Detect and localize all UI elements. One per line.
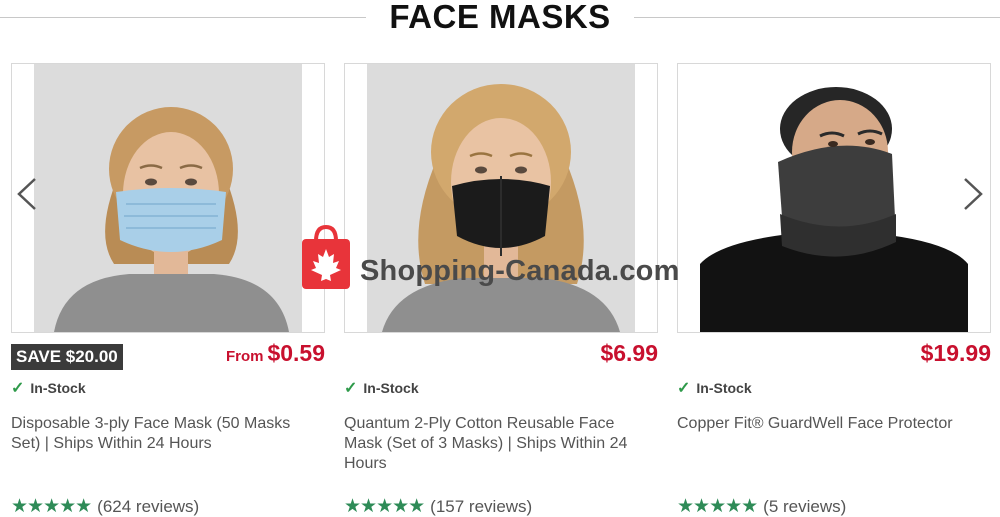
stock-label: In-Stock [30, 380, 86, 396]
price-row: $19.99 [921, 340, 991, 367]
product-rating[interactable]: ★★★★★ (624 reviews) [11, 495, 199, 517]
price-row: $6.99 [600, 340, 658, 367]
review-count[interactable]: (157 reviews) [430, 497, 532, 516]
shopping-bag-icon [302, 224, 350, 289]
chevron-right-icon[interactable] [960, 177, 986, 211]
product-photo-disposable-mask[interactable] [34, 64, 302, 332]
save-badge: SAVE $20.00 [11, 344, 123, 370]
price: $6.99 [600, 340, 658, 366]
check-icon: ✓ [344, 380, 358, 397]
review-count[interactable]: (624 reviews) [97, 497, 199, 516]
product-card[interactable]: $19.99 ✓ In-Stock Copper Fit® GuardWell F… [677, 0, 991, 517]
stock-status: ✓ In-Stock [11, 378, 86, 398]
star-rating-icons: ★★★★★ [344, 496, 425, 517]
price: $0.59 [267, 340, 325, 366]
check-icon: ✓ [677, 380, 691, 397]
product-image[interactable] [677, 63, 991, 333]
price: $19.99 [920, 340, 991, 366]
price-row: From $0.59 [226, 340, 325, 367]
review-count[interactable]: (5 reviews) [763, 497, 846, 516]
stock-label: In-Stock [363, 380, 419, 396]
product-photo-cotton-mask[interactable] [367, 64, 635, 332]
product-rating[interactable]: ★★★★★ (157 reviews) [344, 495, 532, 517]
stock-status: ✓ In-Stock [677, 378, 752, 398]
product-card[interactable]: SAVE $20.00 From $0.59 ✓ In-Stock Disposab… [11, 0, 325, 517]
product-title-link[interactable]: Copper Fit® GuardWell Face Protector [677, 414, 977, 434]
stock-status: ✓ In-Stock [344, 378, 419, 398]
product-photo-face-protector[interactable] [700, 64, 968, 332]
product-image[interactable] [11, 63, 325, 333]
product-image[interactable] [344, 63, 658, 333]
star-rating-icons: ★★★★★ [11, 496, 92, 517]
price-prefix: From [225, 348, 264, 365]
star-rating-icons: ★★★★★ [677, 496, 758, 517]
chevron-left-icon[interactable] [14, 177, 40, 211]
product-title-link[interactable]: Disposable 3-ply Face Mask (50 Masks Set… [11, 414, 311, 454]
stock-label: In-Stock [696, 380, 752, 396]
check-icon: ✓ [11, 380, 25, 397]
watermark-text: Shopping-Canada.com [360, 255, 680, 287]
product-rating[interactable]: ★★★★★ (5 reviews) [677, 495, 846, 517]
product-title-link[interactable]: Quantum 2-Ply Cotton Reusable Face Mask … [344, 414, 644, 474]
